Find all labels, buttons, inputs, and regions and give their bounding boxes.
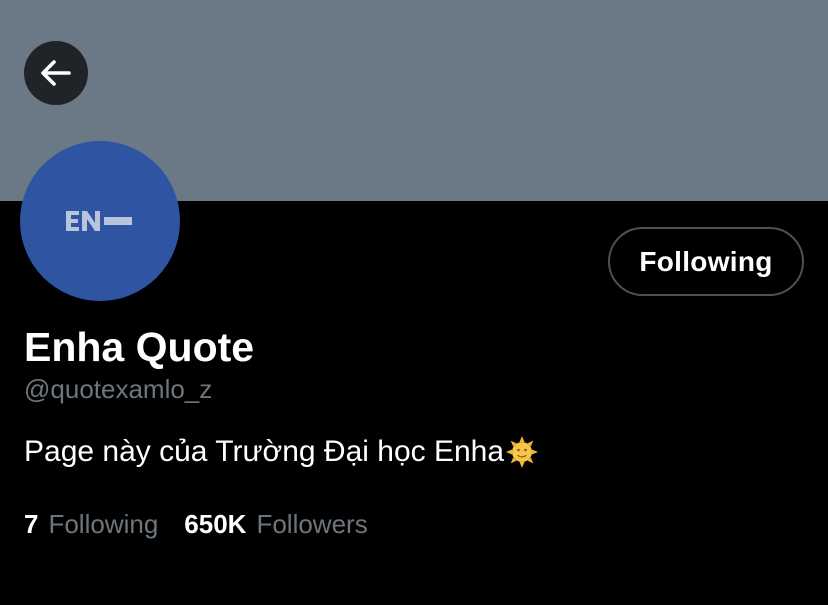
enhypen-logo — [66, 211, 132, 231]
following-count: 7 — [24, 509, 39, 539]
following-label: Following — [48, 509, 159, 539]
following-stat[interactable]: 7 Following — [24, 506, 158, 542]
arrow-left-icon — [41, 60, 71, 86]
sun-with-face-icon — [506, 436, 539, 468]
display-name: Enha Quote — [24, 324, 255, 370]
profile-stats: 7 Following 650K Followers — [24, 506, 368, 542]
avatar[interactable] — [20, 141, 180, 301]
followers-label: Followers — [256, 509, 368, 539]
bio-text: Page này của Trường Đại học Enha — [24, 435, 505, 468]
profile-handle: @quotexamlo_z — [24, 374, 213, 404]
profile-bio: Page này của Trường Đại học Enha — [24, 432, 539, 472]
back-button[interactable] — [24, 41, 88, 105]
profile-page: Following Enha Quote @quotexamlo_z Page … — [0, 0, 828, 605]
followers-count: 650K — [184, 509, 247, 539]
followers-stat[interactable]: 650K Followers — [184, 506, 367, 542]
following-button[interactable]: Following — [608, 227, 804, 296]
